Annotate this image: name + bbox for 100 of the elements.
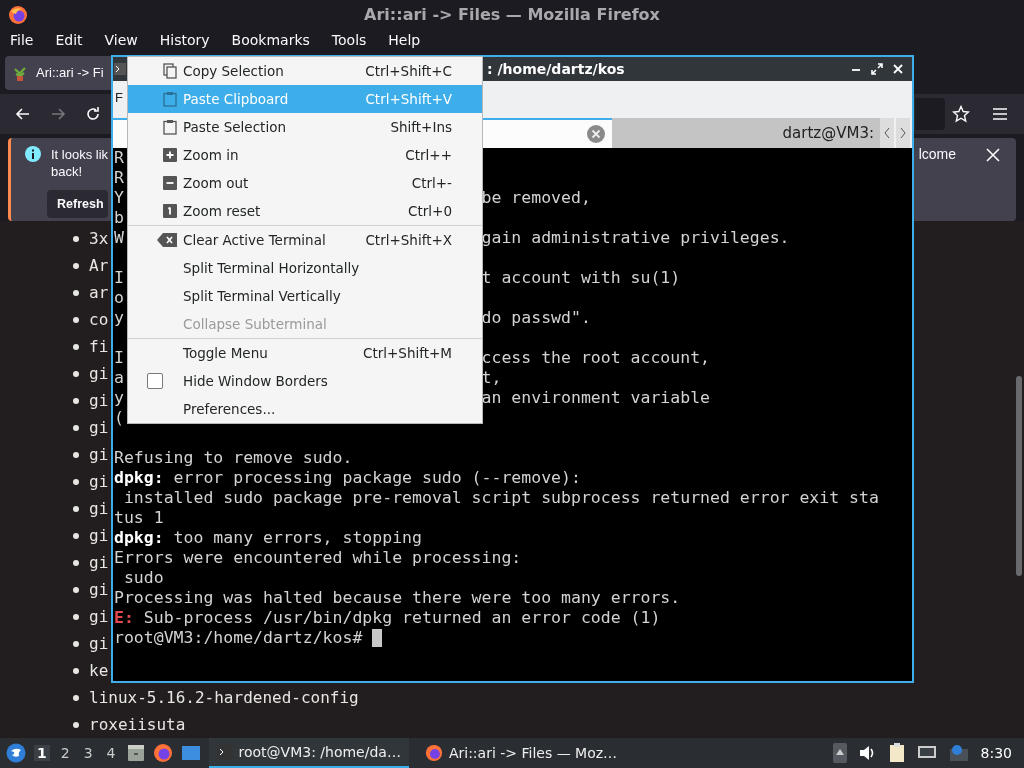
file-link[interactable]: gi (89, 445, 109, 464)
bullet-icon (73, 505, 79, 512)
workspace-button[interactable]: 2 (57, 745, 73, 761)
file-link[interactable]: 3x (89, 229, 109, 248)
terminal-text: do passwd". (481, 308, 591, 328)
terminal-text: Processing was halted because there were too many errors. (114, 588, 681, 608)
close-icon[interactable] (892, 63, 904, 75)
file-link[interactable]: gi (89, 364, 109, 383)
file-link[interactable]: gi (89, 634, 109, 653)
taskbar-button[interactable]: root@VM3: /home/da… (208, 738, 409, 768)
menu-icon[interactable] (992, 107, 1008, 122)
star-icon[interactable] (952, 105, 970, 124)
terminal-tab[interactable]: dartz@VM3: (612, 118, 880, 148)
menu-item[interactable]: History (159, 32, 210, 49)
file-link[interactable]: gi (89, 526, 109, 545)
terminal-text: E: Sub-process /usr/bin/dpkg returned an error code (1) (114, 608, 661, 628)
refresh-button[interactable]: Refresh (47, 190, 108, 219)
terminal-text: Refusing to remove sudo. (114, 448, 353, 468)
reload-icon[interactable] (85, 106, 101, 123)
menu-item[interactable]: Clear Active Terminal Ctrl+Shift+X (128, 226, 482, 254)
file-link[interactable]: co (89, 310, 109, 329)
workspace-button[interactable]: 1 (34, 745, 50, 761)
bullet-icon (73, 532, 79, 539)
menu-item[interactable]: View (104, 32, 138, 49)
menu-item[interactable]: Zoom reset Ctrl+0 (128, 197, 482, 225)
file-link[interactable]: gi (89, 499, 109, 518)
menu-item[interactable]: Tools (331, 32, 367, 49)
terminal-text: t account with su(1) (481, 268, 681, 288)
terminal-text: y (114, 308, 124, 328)
file-link[interactable]: gi (89, 391, 109, 410)
scrollbar[interactable] (1016, 376, 1022, 576)
maximize-icon[interactable] (871, 63, 883, 75)
address-field[interactable] (915, 98, 945, 131)
file-link[interactable]: linux-5.16.2-hardened-config (89, 688, 359, 707)
bullet-icon (73, 262, 79, 269)
terminal-text: sudo (122, 568, 164, 588)
menu-item[interactable]: Split Terminal Horizontally (128, 254, 482, 282)
file-link[interactable]: gi (89, 418, 109, 437)
menu-item[interactable]: F (115, 90, 123, 105)
menu-item[interactable]: Help (388, 32, 421, 49)
terminal-text: tus 1 (114, 508, 164, 528)
menu-item[interactable]: Preferences... (128, 395, 482, 423)
close-icon[interactable] (986, 148, 1000, 163)
window-title: : /home/dartz/kos (487, 61, 625, 77)
cursor (372, 629, 383, 647)
file-link[interactable]: gi (89, 607, 109, 626)
checkbox[interactable] (147, 373, 163, 389)
bullet-icon (73, 667, 79, 674)
firefox-icon[interactable] (152, 743, 173, 763)
terminal-text: I (114, 268, 124, 288)
clock: 8:30 (980, 745, 1012, 761)
terminal-text: be removed, (481, 188, 591, 208)
bird-icon[interactable] (6, 743, 26, 763)
prompt-text: root@VM3:/home/dartz/kos# (114, 628, 364, 648)
menu-item[interactable]: File (10, 32, 34, 49)
bullet-icon (73, 613, 79, 620)
bullet-icon (73, 343, 79, 350)
menu-item[interactable]: Paste Selection Shift+Ins (128, 113, 482, 141)
terminal-text: I (114, 348, 124, 368)
bullet-icon (73, 370, 79, 377)
file-link[interactable]: ke (89, 661, 109, 680)
plus-icon (163, 148, 177, 162)
menu-item[interactable]: Edit (55, 32, 83, 49)
terminal-text: R (114, 168, 124, 188)
bullet-icon (73, 721, 79, 728)
terminal-text: W (114, 228, 124, 248)
clipboard-icon (163, 119, 177, 135)
terminal-text: R (114, 148, 124, 168)
notification-text: It looks lik (51, 146, 109, 164)
menu-item[interactable]: Zoom in Ctrl++ (128, 141, 482, 169)
plant-icon (12, 64, 28, 81)
clipboard-icon[interactable] (888, 743, 905, 763)
terminal-text: Y (114, 188, 124, 208)
workspace-button[interactable]: 3 (80, 745, 96, 761)
terminal-text: y (114, 388, 124, 408)
file-link[interactable]: Ar (89, 256, 109, 275)
menu-item[interactable]: Zoom out Ctrl+- (128, 169, 482, 197)
taskbar-button[interactable]: Ari::ari -> Files — Moz… (416, 738, 626, 768)
terminal-text: installed sudo package pre-removal script subprocess returned error exit sta (122, 488, 879, 508)
file-link[interactable]: ar (89, 283, 109, 302)
network-icon[interactable] (916, 745, 937, 761)
terminal-icon (216, 745, 233, 759)
notification-icon[interactable] (948, 744, 969, 762)
file-cabinet-icon[interactable] (126, 744, 145, 762)
terminal-text: gain administrative privileges. (481, 228, 790, 248)
file-link[interactable]: roxeiisuta (89, 715, 186, 734)
file-link[interactable]: gi (89, 553, 109, 572)
menu-item[interactable]: Hide Window Borders (128, 367, 482, 395)
file-link[interactable]: fi (89, 337, 109, 356)
file-link[interactable]: gi (89, 472, 109, 491)
menu-item[interactable]: Split Terminal Vertically (128, 282, 482, 310)
window-icon[interactable] (180, 744, 201, 762)
file-link[interactable]: gi (89, 580, 109, 599)
bullet-icon (73, 640, 79, 647)
window-title: Ari::ari -> Files — Mozilla Firefox (364, 4, 660, 24)
menu-item[interactable]: Toggle Menu Ctrl+Shift+M (128, 339, 482, 367)
bullet-icon (73, 559, 79, 566)
terminal-text: Errors were encountered while processing: (114, 548, 522, 568)
workspace-button[interactable]: 4 (103, 745, 119, 761)
menu-item[interactable]: Bookmarks (231, 32, 310, 49)
